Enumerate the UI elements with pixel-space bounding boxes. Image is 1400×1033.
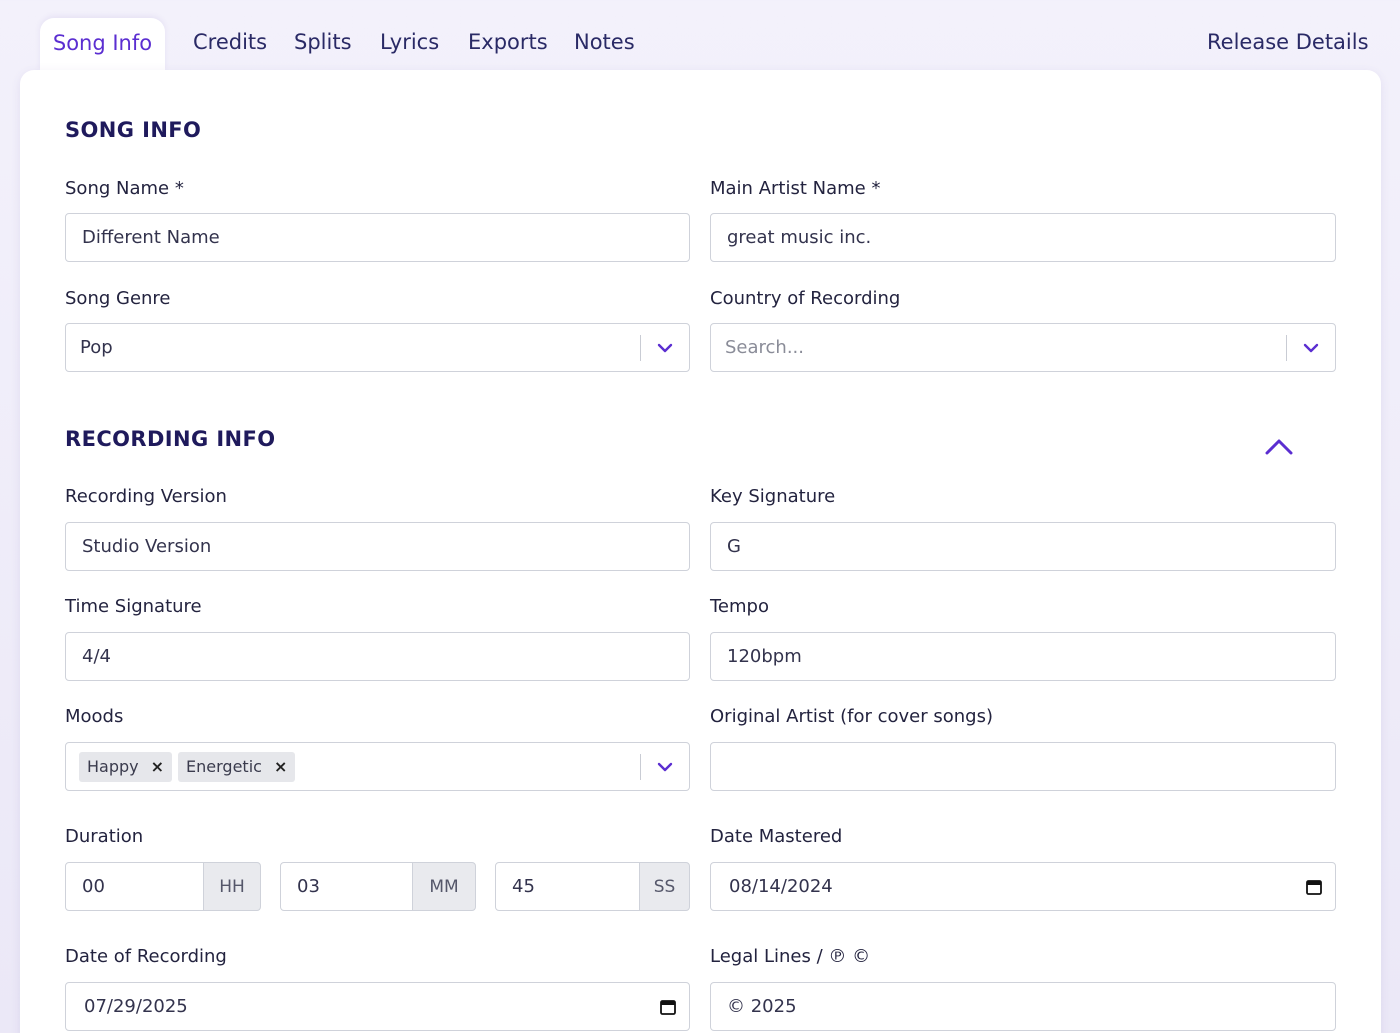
select-separator [640, 754, 641, 780]
tab-bar: Song Info Credits Splits Lyrics Exports … [0, 0, 1400, 72]
tab-lyrics[interactable]: Lyrics [380, 30, 439, 54]
time-signature-value: 4/4 [82, 646, 111, 667]
tempo-label: Tempo [710, 596, 769, 617]
key-signature-input[interactable]: G [710, 522, 1336, 571]
tab-notes[interactable]: Notes [574, 30, 635, 54]
date-of-recording-value: 07/29/2025 [84, 996, 188, 1017]
time-signature-label: Time Signature [65, 596, 202, 617]
duration-seconds-unit: SS [639, 862, 690, 911]
tab-credits[interactable]: Credits [193, 30, 267, 54]
chevron-down-icon[interactable] [657, 340, 673, 356]
duration-hours-input[interactable]: 00 [65, 862, 204, 911]
song-name-label: Song Name * [65, 178, 184, 199]
moods-label: Moods [65, 706, 124, 727]
recording-version-label: Recording Version [65, 486, 227, 507]
main-artist-value: great music inc. [727, 227, 872, 248]
date-mastered-value: 08/14/2024 [729, 876, 833, 897]
time-signature-input[interactable]: 4/4 [65, 632, 690, 681]
main-artist-label: Main Artist Name * [710, 178, 881, 199]
date-of-recording-input[interactable]: 07/29/2025 [65, 982, 690, 1031]
song-name-value: Different Name [82, 227, 220, 248]
key-signature-value: G [727, 536, 741, 557]
tab-song-info[interactable]: Song Info [40, 18, 165, 72]
duration-minutes-unit: MM [412, 862, 476, 911]
original-artist-input[interactable] [710, 742, 1336, 791]
duration-seconds-value: 45 [512, 876, 535, 897]
mood-chip: Happy × [79, 751, 173, 782]
song-info-heading: SONG INFO [65, 118, 202, 142]
mood-chip-label: Happy [87, 757, 139, 776]
song-genre-value: Pop [80, 337, 113, 358]
main-artist-input[interactable]: great music inc. [710, 213, 1336, 262]
remove-chip-icon[interactable]: × [274, 757, 287, 776]
legal-lines-value: © 2025 [727, 996, 797, 1017]
key-signature-label: Key Signature [710, 486, 836, 507]
moods-multiselect[interactable]: Happy × Energetic × [65, 742, 690, 791]
tempo-input[interactable]: 120bpm [710, 632, 1336, 681]
country-label: Country of Recording [710, 288, 901, 309]
select-separator [640, 335, 641, 361]
calendar-icon[interactable] [659, 998, 677, 1016]
remove-chip-icon[interactable]: × [151, 757, 164, 776]
recording-version-value: Studio Version [82, 536, 212, 557]
original-artist-label: Original Artist (for cover songs) [710, 706, 993, 727]
duration-hours-value: 00 [82, 876, 105, 897]
duration-minutes-input[interactable]: 03 [280, 862, 413, 911]
duration-label: Duration [65, 826, 144, 847]
chevron-down-icon[interactable] [1303, 340, 1319, 356]
legal-lines-input[interactable]: © 2025 [710, 982, 1336, 1031]
song-genre-label: Song Genre [65, 288, 171, 309]
date-of-recording-label: Date of Recording [65, 946, 227, 967]
mood-chip-label: Energetic [186, 757, 262, 776]
chevron-down-icon[interactable] [657, 759, 673, 775]
date-mastered-input[interactable]: 08/14/2024 [710, 862, 1336, 911]
country-placeholder: Search... [725, 337, 805, 358]
tab-exports[interactable]: Exports [468, 30, 548, 54]
mood-chip: Energetic × [178, 751, 296, 782]
recording-info-heading: RECORDING INFO [65, 427, 276, 451]
legal-lines-label: Legal Lines / ℗ © [710, 946, 871, 967]
duration-seconds-input[interactable]: 45 [495, 862, 640, 911]
calendar-icon[interactable] [1305, 878, 1323, 896]
song-genre-select[interactable]: Pop [65, 323, 690, 372]
chevron-up-icon[interactable] [1264, 436, 1294, 456]
duration-minutes-value: 03 [297, 876, 320, 897]
tab-splits[interactable]: Splits [294, 30, 352, 54]
select-separator [1286, 335, 1287, 361]
tempo-value: 120bpm [727, 646, 802, 667]
country-select[interactable]: Search... [710, 323, 1336, 372]
recording-version-input[interactable]: Studio Version [65, 522, 690, 571]
date-mastered-label: Date Mastered [710, 826, 843, 847]
duration-hours-unit: HH [203, 862, 261, 911]
form-card: SONG INFO Song Name * Different Name Mai… [20, 70, 1381, 1033]
tab-release-details[interactable]: Release Details [1207, 30, 1369, 54]
song-name-input[interactable]: Different Name [65, 213, 690, 262]
